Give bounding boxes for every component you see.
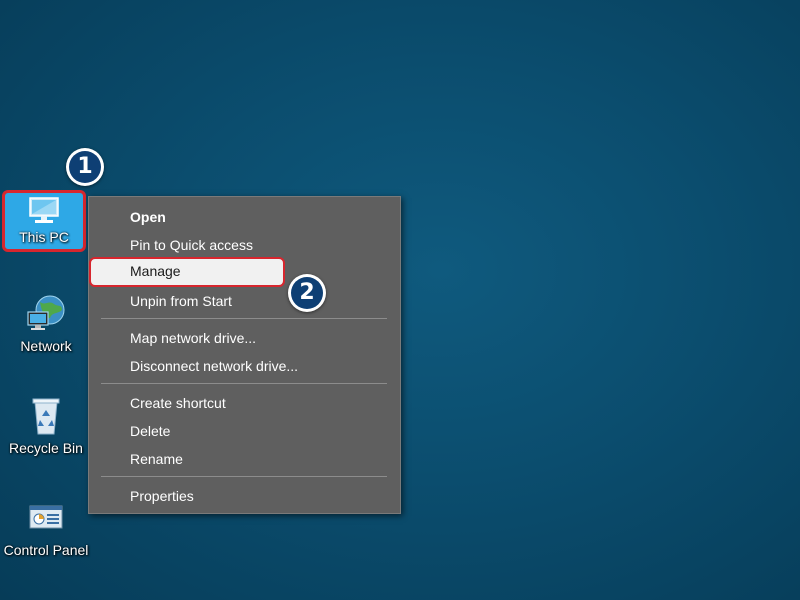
desktop[interactable]: This PC Network Recycle Bin Control Pane… bbox=[0, 0, 800, 600]
step-badge-2: 2 bbox=[288, 274, 326, 312]
step-number: 2 bbox=[291, 277, 323, 309]
computer-icon bbox=[29, 197, 59, 223]
menu-item-properties[interactable]: Properties bbox=[89, 482, 400, 510]
recycle-bin-icon bbox=[32, 398, 60, 435]
network-icon bbox=[27, 295, 65, 330]
menu-item-unpin-from-start[interactable]: Unpin from Start bbox=[89, 287, 400, 315]
menu-item-delete[interactable]: Delete bbox=[89, 417, 400, 445]
desktop-icon-label: Network bbox=[20, 338, 72, 354]
desktop-icon-label: This PC bbox=[19, 229, 69, 245]
menu-separator bbox=[101, 476, 387, 477]
desktop-icon-control-panel[interactable]: Control Panel bbox=[0, 492, 92, 576]
desktop-icon-label: Recycle Bin bbox=[9, 440, 83, 456]
desktop-icon-this-pc[interactable]: This PC bbox=[2, 190, 86, 252]
menu-item-open[interactable]: Open bbox=[89, 203, 400, 231]
menu-item-pin-to-quick-access[interactable]: Pin to Quick access bbox=[89, 231, 400, 259]
menu-item-rename[interactable]: Rename bbox=[89, 445, 400, 473]
menu-separator bbox=[101, 383, 387, 384]
desktop-icon-network[interactable]: Network bbox=[0, 288, 92, 372]
menu-item-create-shortcut[interactable]: Create shortcut bbox=[89, 389, 400, 417]
desktop-icon-label: Control Panel bbox=[3, 542, 89, 558]
menu-item-manage[interactable]: Manage bbox=[89, 257, 285, 287]
menu-item-disconnect-network-drive[interactable]: Disconnect network drive... bbox=[89, 352, 400, 380]
menu-separator bbox=[101, 318, 387, 319]
control-panel-icon bbox=[29, 505, 63, 529]
step-badge-1: 1 bbox=[66, 148, 104, 186]
context-menu: Open Pin to Quick access Manage Unpin fr… bbox=[88, 196, 401, 514]
menu-item-map-network-drive[interactable]: Map network drive... bbox=[89, 324, 400, 352]
step-number: 1 bbox=[69, 151, 101, 183]
desktop-icon-recycle-bin[interactable]: Recycle Bin bbox=[0, 390, 92, 474]
